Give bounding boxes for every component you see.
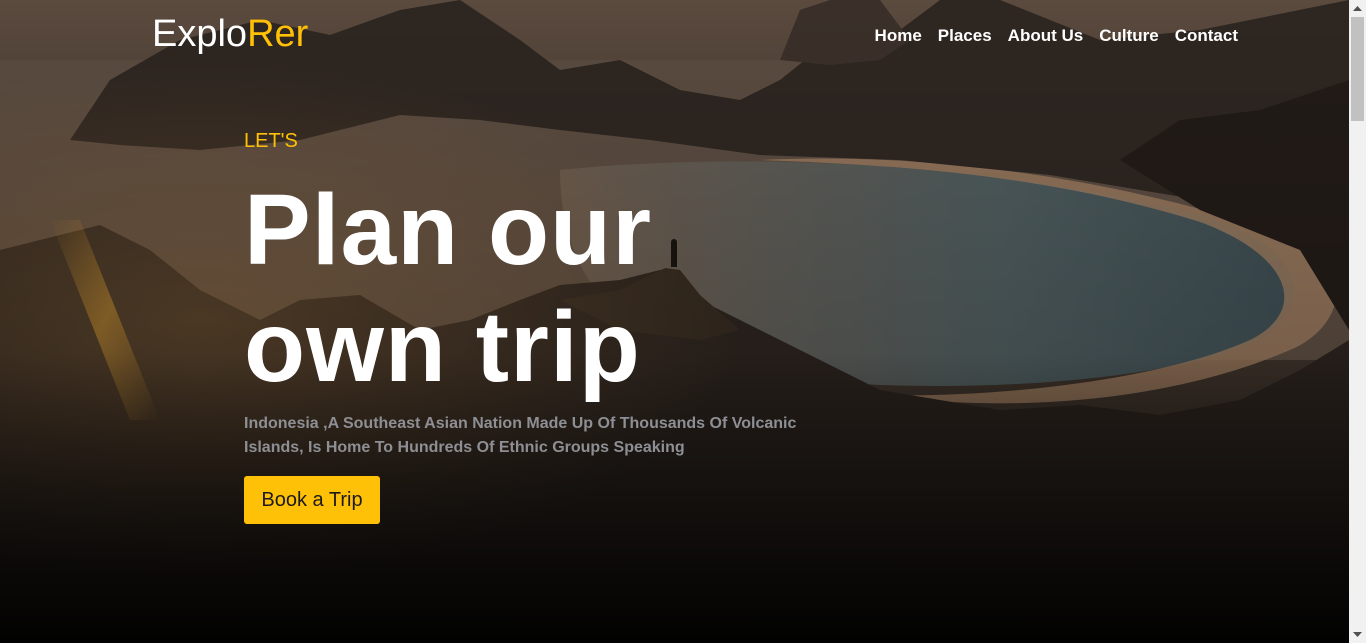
nav-item-home[interactable]: Home — [875, 26, 922, 46]
triangle-up-icon[interactable] — [1349, 0, 1366, 17]
nav-item-culture[interactable]: Culture — [1099, 26, 1159, 46]
top-navigation: ExploRer Home Places About Us Culture Co… — [0, 0, 1349, 72]
hero-headline: Plan our own trip — [244, 172, 944, 406]
headline-line-2: own trip — [244, 291, 641, 403]
headline-line-1: Plan our — [244, 174, 653, 286]
hero-description: Indonesia ,A Southeast Asian Nation Made… — [244, 415, 797, 456]
vertical-scrollbar[interactable] — [1349, 0, 1366, 643]
nav-item-about-us[interactable]: About Us — [1008, 26, 1084, 46]
logo-text-primary: Explo — [152, 13, 248, 55]
logo-text-accent: Rer — [247, 13, 309, 55]
landing-page: ExploRer Home Places About Us Culture Co… — [0, 0, 1349, 643]
triangle-down-icon[interactable] — [1349, 626, 1366, 643]
brand-logo[interactable]: ExploRer — [152, 11, 308, 57]
hero-eyebrow: LET'S — [244, 130, 298, 152]
nav-item-places[interactable]: Places — [938, 26, 992, 46]
scrollbar-thumb[interactable] — [1351, 17, 1364, 121]
nav-item-contact[interactable]: Contact — [1175, 26, 1238, 46]
book-trip-button[interactable]: Book a Trip — [244, 476, 380, 524]
main-menu: Home Places About Us Culture Contact — [875, 26, 1238, 46]
